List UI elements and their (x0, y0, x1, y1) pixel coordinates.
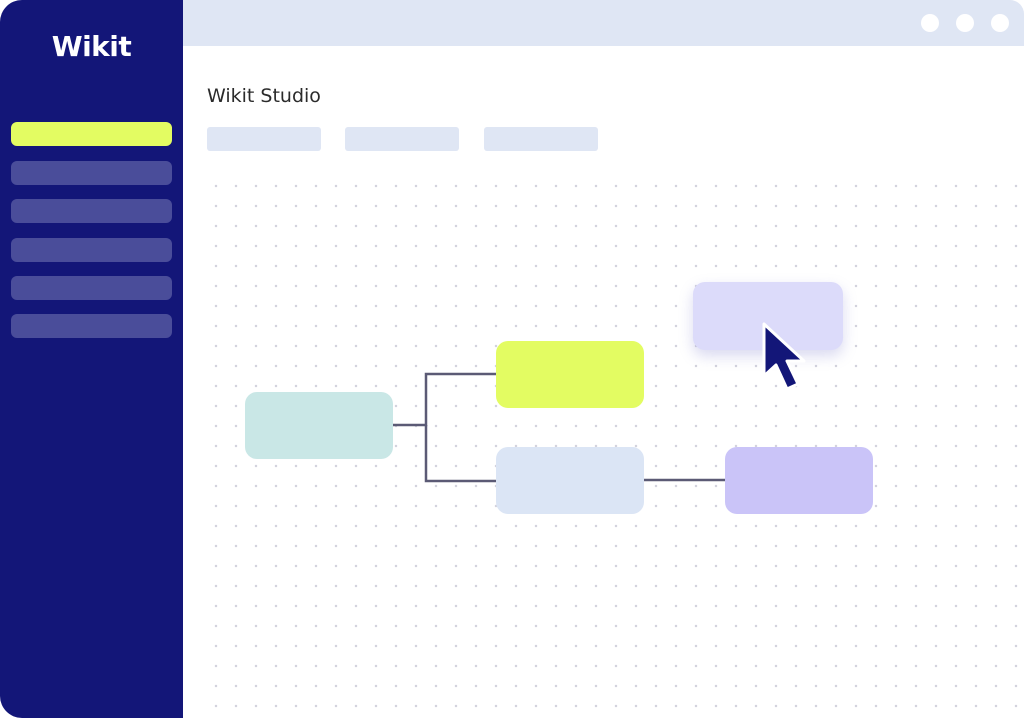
flow-node-branch-a[interactable] (496, 341, 644, 408)
flow-node-leaf[interactable] (725, 447, 873, 514)
arrow-pointer-icon (762, 322, 806, 391)
flow-node-root[interactable] (245, 392, 393, 459)
app-window: Wikit Wikit Studio (0, 0, 1024, 718)
connector-root-to-branch-b (424, 425, 496, 483)
connector-root-to-branch-a (393, 372, 496, 427)
flow-node-branch-b[interactable] (496, 447, 644, 514)
